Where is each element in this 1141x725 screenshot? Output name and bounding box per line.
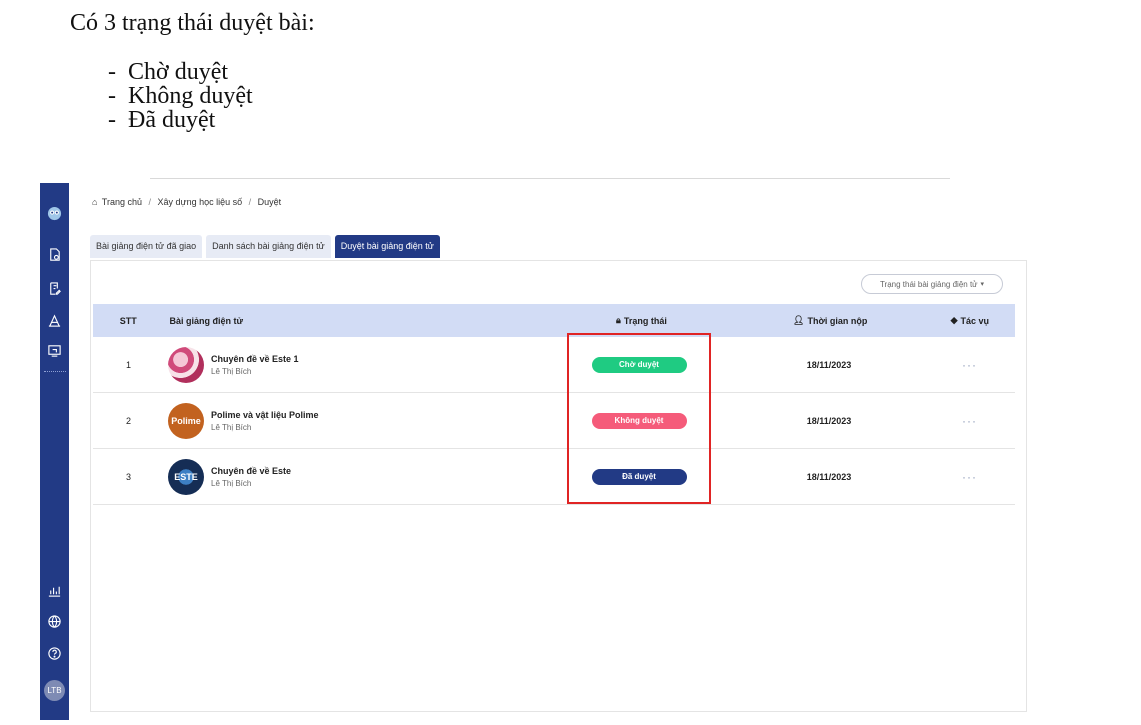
owl-logo-icon[interactable] bbox=[47, 206, 62, 221]
user-icon: 👤︎ bbox=[793, 315, 805, 325]
submit-time: 18/11/2023 bbox=[806, 359, 852, 370]
status-highlight-box bbox=[567, 333, 711, 504]
list-item: - Đã duyệt bbox=[108, 107, 216, 133]
breadcrumb-section[interactable]: Xây dựng học liệu số bbox=[158, 197, 243, 207]
lesson-table: STT Bài giảng điện tử 🔒︎ Trạng thái 👤︎ Thờ… bbox=[93, 304, 1015, 505]
breadcrumb: ⌂ Trang chủ / Xây dựng học liệu số / Duy… bbox=[92, 197, 282, 207]
avatar[interactable]: LTB bbox=[44, 680, 65, 701]
table-row[interactable]: 2 Polime Polime và vật liệu Polime Lê Th… bbox=[93, 393, 1015, 449]
lesson-title[interactable]: Polime và vật liệu Polime bbox=[211, 410, 319, 420]
tab-bar: Bài giảng điện tử đã giao Danh sách bài … bbox=[90, 235, 440, 259]
chart-icon[interactable] bbox=[47, 583, 62, 598]
tools-icon[interactable] bbox=[47, 313, 62, 328]
table-header: STT Bài giảng điện tử 🔒︎ Trạng thái 👤︎ Thờ… bbox=[93, 304, 1015, 337]
submit-time: 18/11/2023 bbox=[806, 415, 852, 426]
submit-time: 18/11/2023 bbox=[806, 471, 852, 482]
divider bbox=[150, 178, 950, 179]
lesson-author: Lê Thị Bích bbox=[211, 422, 252, 432]
list-item: - Chờ duyệt bbox=[108, 59, 229, 85]
breadcrumb-home[interactable]: Trang chủ bbox=[102, 197, 142, 207]
lesson-thumbnail bbox=[168, 346, 204, 383]
lesson-author: Lê Thị Bích bbox=[211, 478, 252, 488]
lesson-thumbnail: ESTE bbox=[168, 458, 204, 495]
document-icon[interactable] bbox=[47, 247, 62, 262]
edit-document-icon[interactable] bbox=[47, 281, 62, 296]
doc-heading: Có 3 trạng thái duyệt bài: bbox=[70, 10, 315, 36]
breadcrumb-current: Duyệt bbox=[257, 197, 282, 207]
home-icon: ⌂ bbox=[92, 197, 98, 207]
tab-approve[interactable]: Duyệt bài giảng điện tử bbox=[334, 235, 440, 258]
tab-assigned[interactable]: Bài giảng điện tử đã giao bbox=[90, 235, 203, 258]
lesson-title[interactable]: Chuyên đề về Este bbox=[211, 466, 291, 476]
table-row[interactable]: 1 Chuyên đề về Este 1 Lê Thị Bích Chờ du… bbox=[93, 337, 1015, 393]
presentation-icon[interactable] bbox=[47, 343, 62, 358]
list-item: - Không duyệt bbox=[108, 83, 253, 109]
app-window: LTB ⌂ Trang chủ / Xây dựng học liệu số /… bbox=[40, 183, 1030, 720]
status-list: - Chờ duyệt - Không duyệt - Đã duyệt bbox=[108, 60, 253, 132]
lesson-author: Lê Thị Bích bbox=[211, 366, 252, 376]
chevron-down-icon: ▾ bbox=[980, 281, 985, 288]
table-row[interactable]: 3 ESTE Chuyên đề về Este Lê Thị Bích Đã … bbox=[93, 449, 1015, 505]
main-content: ⌂ Trang chủ / Xây dựng học liệu số / Duy… bbox=[69, 183, 1030, 720]
help-icon[interactable] bbox=[47, 646, 62, 661]
lock-icon: 🔒︎ bbox=[616, 315, 621, 325]
sidebar-divider bbox=[44, 371, 66, 372]
more-icon[interactable]: ··· bbox=[962, 358, 977, 372]
content-panel: Trạng thái bài giảng điện tử ▾ STT Bài g… bbox=[90, 260, 1027, 712]
lesson-thumbnail: Polime bbox=[168, 402, 204, 439]
status-filter-dropdown[interactable]: Trạng thái bài giảng điện tử ▾ bbox=[861, 274, 1003, 294]
lesson-title[interactable]: Chuyên đề về Este 1 bbox=[211, 354, 299, 364]
tag-icon: ◆ bbox=[950, 315, 958, 325]
tab-list[interactable]: Danh sách bài giảng điện tử bbox=[206, 235, 331, 258]
sidebar: LTB bbox=[40, 183, 69, 720]
more-icon[interactable]: ··· bbox=[962, 470, 977, 484]
more-icon[interactable]: ··· bbox=[962, 414, 977, 428]
globe-icon[interactable] bbox=[47, 614, 62, 629]
